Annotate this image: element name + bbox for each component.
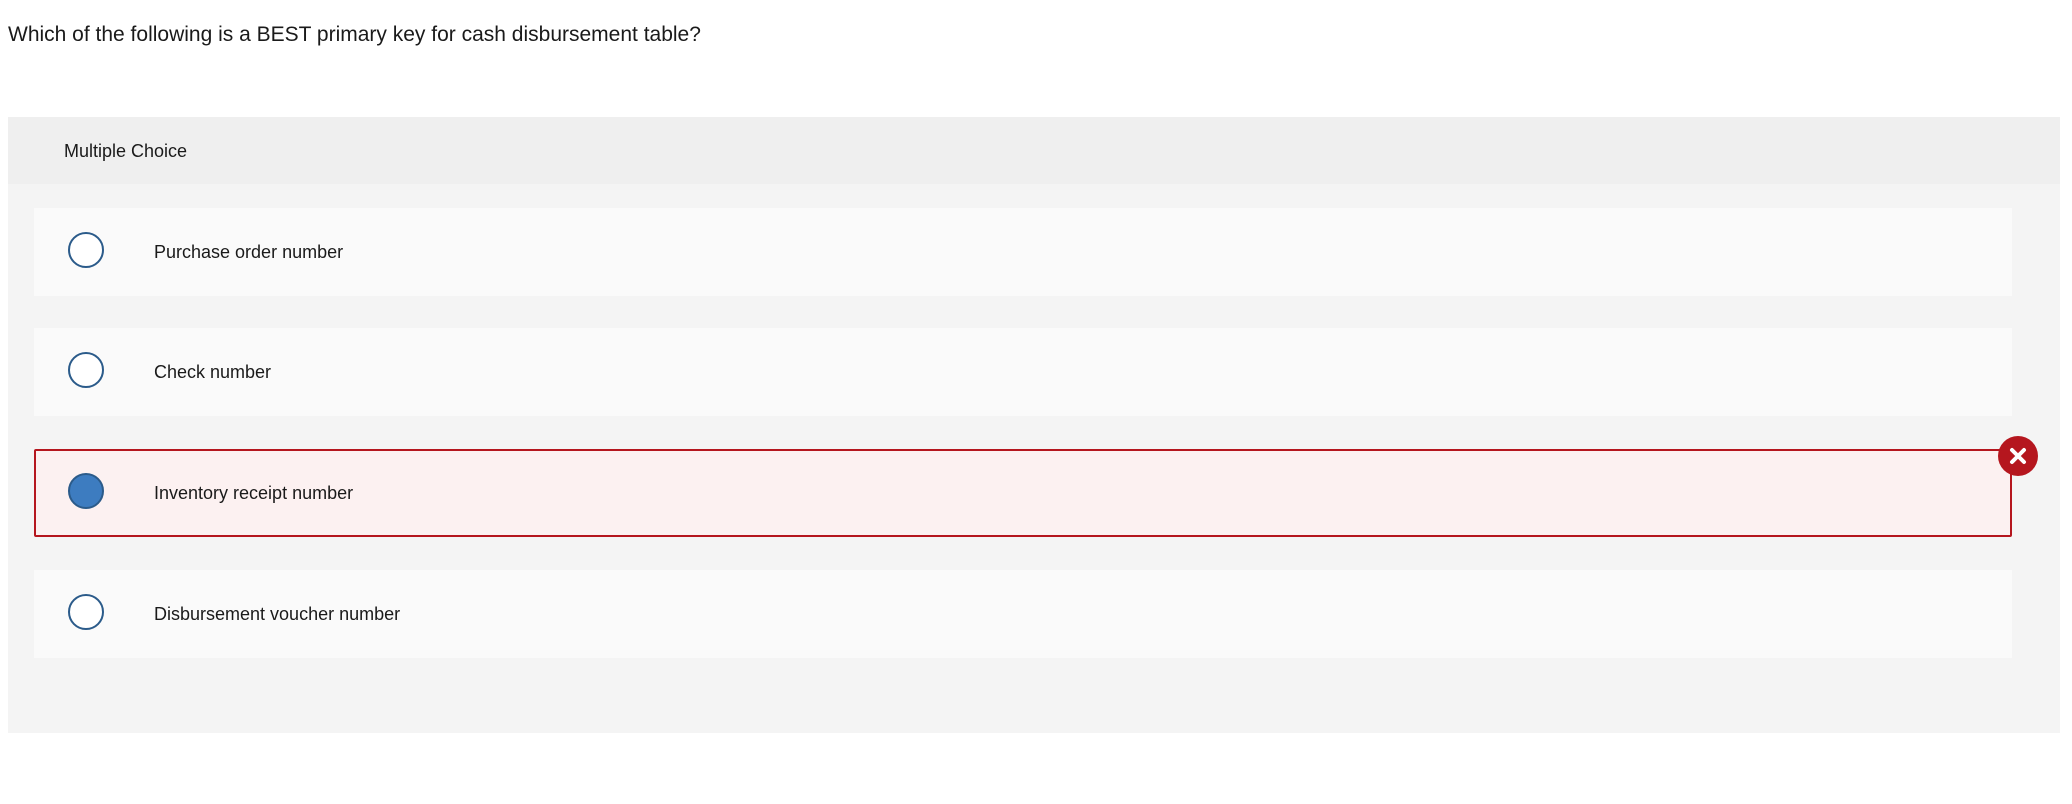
choice-option-2[interactable]: Check number [34,328,2012,416]
choice-label: Disbursement voucher number [154,604,401,624]
panel-title: Multiple Choice [64,141,188,161]
radio-button[interactable] [68,352,104,388]
choice-label: Purchase order number [154,242,344,262]
panel-header: Multiple Choice [8,117,2060,184]
choice-option-4[interactable]: Disbursement voucher number [34,570,2012,658]
choice-option-3[interactable]: Inventory receipt number [34,449,2012,537]
radio-button-selected[interactable] [68,473,104,509]
incorrect-badge [1998,436,2038,476]
choice-label: Inventory receipt number [154,483,354,503]
radio-button[interactable] [68,594,104,630]
close-x-icon [2010,448,2026,464]
radio-button[interactable] [68,232,104,268]
question-text: Which of the following is a BEST primary… [8,23,701,46]
choice-option-1[interactable]: Purchase order number [34,208,2012,296]
choice-label: Check number [154,362,272,382]
